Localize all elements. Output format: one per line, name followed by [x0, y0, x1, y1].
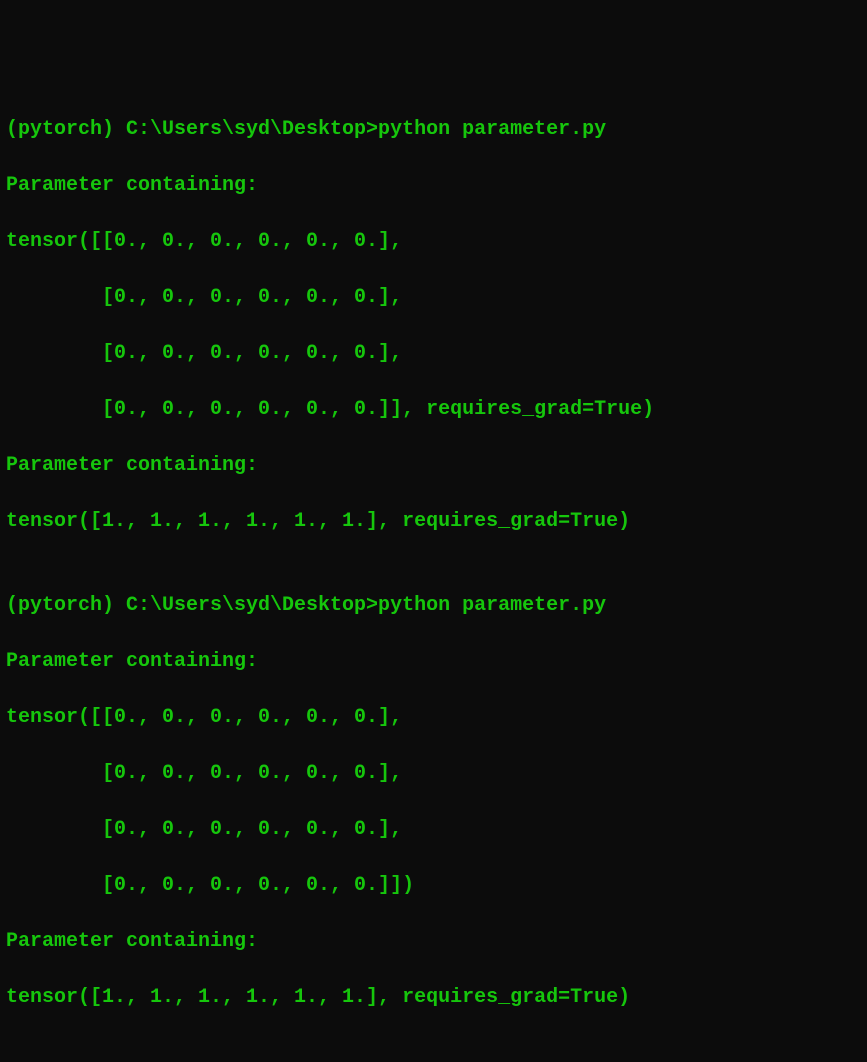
- output-tensor-line: [0., 0., 0., 0., 0., 0.]], requires_grad…: [6, 396, 861, 424]
- output-tensor-line: [0., 0., 0., 0., 0., 0.],: [6, 760, 861, 788]
- output-parameter-header-2: Parameter containing:: [6, 452, 861, 480]
- output-tensor-line: tensor([[0., 0., 0., 0., 0., 0.],: [6, 704, 861, 732]
- output-tensor-line: [0., 0., 0., 0., 0., 0.],: [6, 340, 861, 368]
- output-tensor-line: tensor([1., 1., 1., 1., 1., 1.], require…: [6, 984, 861, 1012]
- output-tensor-line: [0., 0., 0., 0., 0., 0.]]): [6, 872, 861, 900]
- output-tensor-line: [0., 0., 0., 0., 0., 0.],: [6, 816, 861, 844]
- output-parameter-header-1: Parameter containing:: [6, 172, 861, 200]
- prompt-line-1[interactable]: (pytorch) C:\Users\syd\Desktop>python pa…: [6, 116, 861, 144]
- output-tensor-line: tensor([1., 1., 1., 1., 1., 1.], require…: [6, 508, 861, 536]
- output-tensor-line: tensor([[0., 0., 0., 0., 0., 0.],: [6, 228, 861, 256]
- prompt-line-2[interactable]: (pytorch) C:\Users\syd\Desktop>python pa…: [6, 592, 861, 620]
- output-parameter-header-3: Parameter containing:: [6, 648, 861, 676]
- output-parameter-header-4: Parameter containing:: [6, 928, 861, 956]
- output-tensor-line: [0., 0., 0., 0., 0., 0.],: [6, 284, 861, 312]
